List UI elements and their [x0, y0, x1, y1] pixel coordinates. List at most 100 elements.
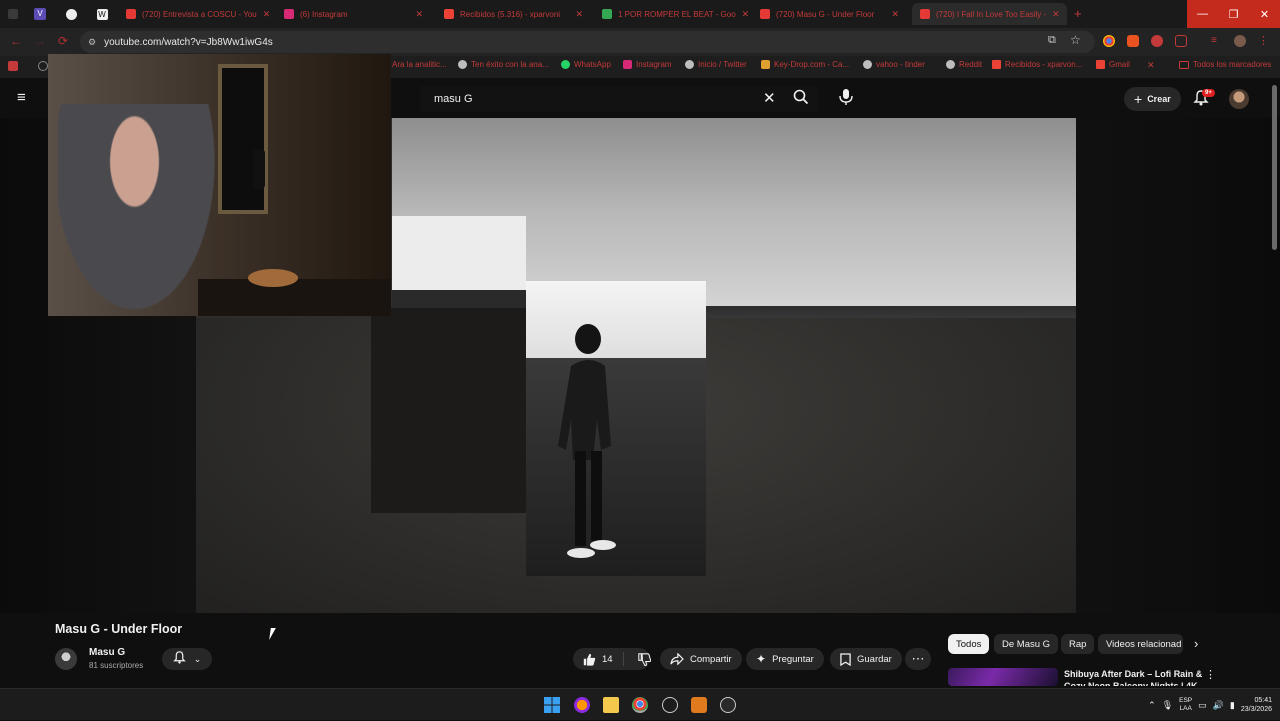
minimize-icon[interactable]: — — [1187, 0, 1218, 28]
kebab-menu-icon[interactable]: ⋮ — [1258, 34, 1270, 47]
extension-icon[interactable] — [1127, 35, 1139, 47]
close-window-icon[interactable]: ✕ — [1249, 0, 1280, 28]
recommended-menu-icon[interactable]: ⋮ — [1205, 668, 1216, 681]
close-icon[interactable]: ✕ — [1147, 60, 1155, 71]
new-tab-icon[interactable]: + — [1074, 6, 1082, 21]
windows-start-icon[interactable] — [544, 697, 560, 713]
recommended-title[interactable]: Shibuya After Dark – Lofi Rain & Cozy Ne… — [1064, 668, 1204, 686]
site-info-icon[interactable]: ⚙ — [88, 37, 96, 48]
bookmark-item[interactable]: Key-Drop.com - Ca... — [761, 60, 849, 69]
dislike-button[interactable] — [630, 652, 651, 666]
chrome-icon[interactable] — [632, 697, 648, 713]
maximize-icon[interactable]: ❐ — [1218, 0, 1249, 28]
tab-5[interactable]: (720) Masu G - Under Floor ✕ — [752, 3, 907, 25]
apps-icon[interactable] — [8, 61, 18, 71]
share-label: Compartir — [690, 653, 732, 665]
reload-icon[interactable]: ⟳ — [58, 34, 68, 48]
clock[interactable]: 05:41 23/3/2026 — [1241, 696, 1272, 714]
webcam-overlay — [48, 54, 391, 316]
battery-icon[interactable]: ▮ — [1230, 700, 1235, 711]
media-player-icon[interactable] — [720, 697, 736, 713]
bookmark-item[interactable]: Ten éxito con la ana... — [458, 60, 549, 69]
all-bookmarks[interactable]: Todos los marcadores — [1179, 60, 1271, 69]
channel-avatar[interactable] — [55, 648, 77, 670]
share-button[interactable]: Compartir — [660, 648, 742, 670]
close-tab-icon[interactable]: ✕ — [742, 9, 749, 20]
bookmark-item[interactable]: WhatsApp — [561, 60, 611, 69]
close-tab-icon[interactable]: ✕ — [263, 9, 271, 20]
bookmark-item[interactable]: Recibidos - xparvon... — [992, 60, 1082, 69]
speaker-icon[interactable]: 🔊 — [1213, 700, 1224, 711]
tab-2[interactable]: (6) Instagram ✕ — [276, 3, 431, 25]
language-indicator[interactable]: ESP LAA — [1179, 697, 1192, 713]
hamburger-menu-icon[interactable]: ≡ — [17, 89, 26, 106]
pinned-tab-1[interactable] — [4, 5, 22, 23]
address-bar-row: ← → ⟳ ⚙ youtube.com/watch?v=Jb8Ww1iwG4s … — [0, 28, 1280, 56]
close-tab-icon[interactable]: ✕ — [575, 9, 583, 20]
omnibox[interactable]: ⚙ youtube.com/watch?v=Jb8Ww1iwG4s — [80, 31, 1095, 53]
create-button[interactable]: + Crear — [1124, 87, 1181, 111]
clear-search-icon[interactable]: ✕ — [763, 89, 776, 107]
bookmark-item[interactable]: Inicio / Twitter — [685, 60, 747, 69]
like-button[interactable]: 14 — [583, 652, 624, 666]
video-title: Masu G - Under Floor — [55, 622, 183, 636]
like-dislike-group: 14 — [573, 648, 651, 670]
menu-lines-icon[interactable]: ≡ — [1211, 35, 1223, 47]
microphone-icon[interactable] — [838, 88, 854, 111]
extension-icon[interactable] — [1103, 35, 1115, 47]
chip-related[interactable]: Videos relacionad — [1098, 634, 1183, 654]
subscription-bell-button[interactable]: ⌄ — [162, 648, 212, 670]
chevron-right-icon[interactable]: › — [1194, 636, 1198, 651]
user-avatar[interactable] — [1229, 89, 1249, 109]
ask-button[interactable]: ✦ Preguntar — [746, 648, 824, 670]
save-button[interactable]: Guardar — [830, 648, 902, 670]
microphone-tray-icon[interactable]: 🎙 — [1162, 700, 1173, 711]
tab-3[interactable]: Recibidos (5.316) - xparvoni ✕ — [436, 3, 591, 25]
chevron-up-icon[interactable]: ⌃ — [1148, 700, 1156, 711]
search-input[interactable]: masu G — [434, 93, 473, 105]
bookmark-item[interactable]: vahoo - tinder — [863, 60, 925, 69]
extension-icon[interactable] — [1151, 35, 1163, 47]
chip-all[interactable]: Todos — [948, 634, 990, 654]
chip-label: Todos — [956, 638, 982, 650]
pinned-tab-4[interactable]: W — [93, 5, 111, 23]
bookmark-item[interactable]: Reddit — [946, 60, 982, 69]
search-box[interactable]: masu G — [420, 86, 818, 112]
back-icon[interactable]: ← — [10, 34, 22, 48]
bookmark-icon[interactable] — [38, 61, 48, 71]
tab-1[interactable]: (720) Entrevista a COSCU - You ✕ — [118, 3, 273, 25]
file-explorer-icon[interactable] — [603, 697, 619, 713]
forward-icon[interactable]: → — [34, 34, 46, 48]
webcam-desk — [198, 279, 391, 316]
extensions-puzzle-icon[interactable] — [1175, 35, 1187, 47]
more-actions-button[interactable]: ⋯ — [905, 648, 931, 670]
bookmark-label: WhatsApp — [574, 60, 611, 69]
bookmark-item[interactable]: Ara la analitic... — [392, 60, 447, 69]
brave-icon[interactable] — [691, 697, 707, 713]
close-tab-icon[interactable]: ✕ — [1052, 9, 1060, 20]
bookmark-item[interactable]: Instagram — [623, 60, 672, 69]
cast-icon[interactable]: ⧉ — [1048, 34, 1056, 47]
pinned-tab-2[interactable]: V — [31, 5, 49, 23]
profile-icon[interactable] — [1234, 35, 1246, 47]
tab-4[interactable]: 1 POR ROMPER EL BEAT - Goo ✕ — [594, 3, 749, 25]
network-icon[interactable]: ▭ — [1198, 700, 1207, 711]
tab-6-active[interactable]: (720) I Fall In Love Too Easily - ✕ — [912, 3, 1067, 25]
chip-rap[interactable]: Rap — [1061, 634, 1095, 654]
bookmark-item[interactable]: Gmail — [1096, 60, 1130, 69]
gmail-icon — [1096, 60, 1105, 69]
more-horizontal-icon: ⋯ — [911, 651, 925, 666]
chip-from-channel[interactable]: De Masu G — [994, 634, 1059, 654]
firefox-icon[interactable] — [574, 697, 590, 713]
channel-name[interactable]: Masu G — [89, 647, 125, 658]
pinned-tab-3[interactable] — [62, 5, 80, 23]
sparkle-icon: ✦ — [756, 652, 767, 666]
recommended-thumbnail[interactable] — [948, 668, 1058, 686]
bookmark-star-icon[interactable]: ☆ — [1070, 33, 1081, 47]
search-icon[interactable] — [793, 89, 809, 105]
url-text[interactable]: youtube.com/watch?v=Jb8Ww1iwG4s — [104, 37, 273, 48]
close-tab-icon[interactable]: ✕ — [891, 9, 899, 20]
page-scrollbar[interactable] — [1272, 85, 1277, 250]
close-tab-icon[interactable]: ✕ — [415, 9, 423, 20]
app-icon[interactable] — [662, 697, 678, 713]
